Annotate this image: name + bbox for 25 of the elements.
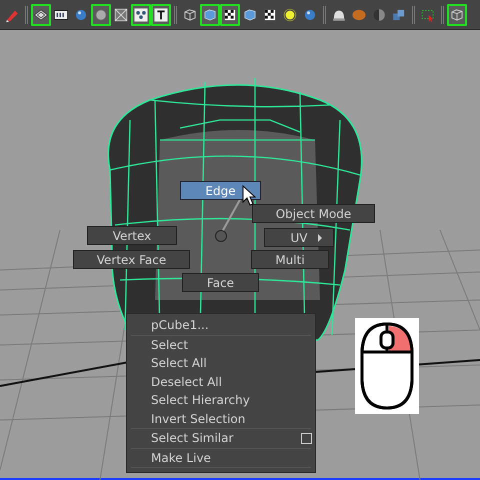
marking-menu-item[interactable]: Edge: [180, 181, 261, 200]
marking-menu-item[interactable]: Vertex Face: [73, 250, 190, 269]
menu-item[interactable]: Make Live: [127, 448, 315, 467]
circle-tool-icon[interactable]: [91, 4, 111, 26]
menu-item[interactable]: Select: [127, 336, 315, 354]
marking-menu-item[interactable]: Multi: [251, 250, 329, 269]
text-tool-icon[interactable]: [151, 4, 171, 26]
menu-item[interactable]: Deselect All: [127, 372, 315, 391]
marking-menu-item[interactable]: Vertex: [87, 226, 177, 245]
cursor-arrow-icon: [242, 185, 257, 207]
menu-item[interactable]: Select Similar: [127, 429, 315, 448]
checker-tool-icon[interactable]: [220, 4, 240, 26]
marking-menu-item[interactable]: Face: [182, 273, 259, 292]
menu-item[interactable]: Select All: [127, 354, 315, 372]
wire-cube-tool-icon[interactable]: [447, 4, 467, 26]
dots-tool-icon[interactable]: [131, 4, 151, 26]
grid-tool-icon[interactable]: [31, 4, 51, 26]
option-box-icon[interactable]: [301, 433, 312, 444]
menu-item[interactable]: Select Hierarchy: [127, 391, 315, 410]
marking-menu-item[interactable]: UV: [264, 228, 334, 247]
cube-tool-icon[interactable]: [200, 4, 220, 26]
marking-menu-item[interactable]: Object Mode: [252, 204, 375, 223]
mouse-right-button-icon: [355, 318, 419, 414]
menu-item[interactable]: Invert Selection: [127, 410, 315, 428]
menu-item[interactable]: pCube1...: [127, 316, 315, 334]
